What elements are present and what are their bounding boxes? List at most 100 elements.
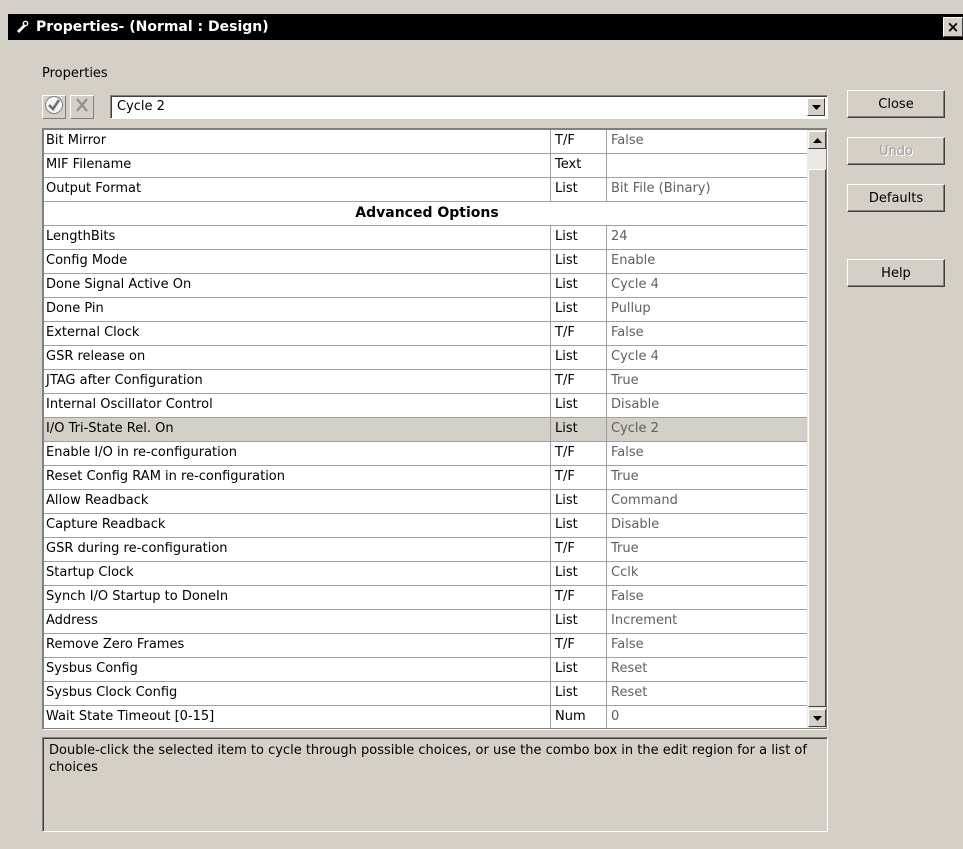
property-value: Cycle 4: [611, 277, 659, 292]
property-grid-rows: Bit Mirror T/F False MIF Filename Text Output…: [44, 130, 808, 728]
property-type: List: [551, 418, 607, 441]
property-row[interactable]: Reset Config RAM in re-configuration T/F T…: [44, 466, 808, 490]
property-row[interactable]: GSR release on List Cycle 4: [44, 346, 808, 370]
property-type: T/F: [551, 634, 607, 657]
property-name: Remove Zero Frames: [44, 634, 551, 657]
property-type: T/F: [551, 130, 607, 153]
properties-app-icon: [14, 19, 30, 35]
property-name: Startup Clock: [44, 562, 551, 585]
property-row[interactable]: Done Pin List Pullup: [44, 298, 808, 322]
properties-dialog: Properties- (Normal : Design) × Properti…: [0, 0, 963, 849]
section-header[interactable]: Advanced Options: [44, 202, 808, 226]
property-type: List: [551, 298, 607, 321]
property-type: Num: [551, 706, 607, 728]
property-name: JTAG after Configuration: [44, 370, 551, 393]
property-name: GSR during re-configuration: [44, 538, 551, 561]
property-value: True: [611, 373, 639, 388]
property-row-selected[interactable]: I/O Tri-State Rel. On List Cycle 2: [44, 418, 808, 442]
help-description: Double-click the selected item to cycle …: [42, 737, 828, 832]
scroll-thumb[interactable]: [808, 169, 826, 707]
property-value: Reset: [611, 661, 648, 676]
property-value: Bit File (Binary): [611, 181, 711, 196]
property-name: Done Pin: [44, 298, 551, 321]
property-row[interactable]: Sysbus Clock Config List Reset: [44, 682, 808, 706]
property-value: Increment: [611, 613, 678, 628]
close-icon: ×: [946, 18, 960, 36]
property-row[interactable]: External Clock T/F False: [44, 322, 808, 346]
property-row[interactable]: Sysbus Config List Reset: [44, 658, 808, 682]
title-bar[interactable]: Properties- (Normal : Design) ×: [8, 14, 963, 40]
property-type: List: [551, 610, 607, 633]
property-row[interactable]: Done Signal Active On List Cycle 4: [44, 274, 808, 298]
accept-button[interactable]: [42, 95, 66, 119]
property-row[interactable]: MIF Filename Text: [44, 154, 808, 178]
property-name: Reset Config RAM in re-configuration: [44, 466, 551, 489]
property-row[interactable]: GSR during re-configuration T/F True: [44, 538, 808, 562]
property-row[interactable]: Synch I/O Startup to DoneIn T/F False: [44, 586, 808, 610]
property-row[interactable]: Address List Increment: [44, 610, 808, 634]
property-row[interactable]: Bit Mirror T/F False: [44, 130, 808, 154]
window-close-button[interactable]: ×: [943, 17, 963, 37]
property-type: T/F: [551, 442, 607, 465]
property-type: List: [551, 250, 607, 273]
scroll-up-button[interactable]: [808, 131, 826, 149]
property-name: LengthBits: [44, 226, 551, 249]
property-row[interactable]: Enable I/O in re-configuration T/F False: [44, 442, 808, 466]
property-type: T/F: [551, 370, 607, 393]
property-row[interactable]: Config Mode List Enable: [44, 250, 808, 274]
property-value: Command: [611, 493, 678, 508]
property-name: MIF Filename: [44, 154, 551, 177]
property-row[interactable]: Output Format List Bit File (Binary): [44, 178, 808, 202]
property-type: List: [551, 274, 607, 297]
property-value: 24: [611, 229, 628, 244]
property-value: [607, 154, 808, 177]
property-name: I/O Tri-State Rel. On: [44, 418, 551, 441]
scroll-down-button[interactable]: [808, 709, 826, 727]
property-type: List: [551, 226, 607, 249]
value-combo-box[interactable]: Cycle 2: [110, 95, 828, 119]
combo-value: Cycle 2: [117, 99, 165, 114]
property-row[interactable]: Startup Clock List Cclk: [44, 562, 808, 586]
property-row[interactable]: Wait State Timeout [0-15] Num 0: [44, 706, 808, 728]
property-row[interactable]: LengthBits List 24: [44, 226, 808, 250]
arrow-up-icon: [812, 133, 822, 148]
property-type: Text: [551, 154, 607, 177]
property-value: Disable: [611, 397, 660, 412]
chevron-down-icon: [811, 100, 821, 115]
close-button[interactable]: Close: [847, 90, 945, 118]
property-type: List: [551, 514, 607, 537]
help-button[interactable]: Help: [847, 259, 945, 287]
property-name: Output Format: [44, 178, 551, 201]
undo-button[interactable]: Undo: [847, 137, 945, 165]
property-value: False: [611, 637, 644, 652]
property-row[interactable]: Remove Zero Frames T/F False: [44, 634, 808, 658]
property-type: T/F: [551, 538, 607, 561]
property-name: Enable I/O in re-configuration: [44, 442, 551, 465]
property-value: Cycle 2: [611, 421, 659, 436]
property-type: List: [551, 178, 607, 201]
property-name: Config Mode: [44, 250, 551, 273]
property-row[interactable]: Internal Oscillator Control List Disable: [44, 394, 808, 418]
property-row[interactable]: JTAG after Configuration T/F True: [44, 370, 808, 394]
combo-dropdown-button[interactable]: [807, 98, 825, 116]
property-value: Disable: [611, 517, 660, 532]
property-name: External Clock: [44, 322, 551, 345]
property-name: Internal Oscillator Control: [44, 394, 551, 417]
property-name: Bit Mirror: [44, 130, 551, 153]
cancel-edit-button[interactable]: [70, 95, 94, 119]
property-type: List: [551, 682, 607, 705]
edit-toolbar: Cycle 2: [42, 93, 828, 119]
property-type: List: [551, 346, 607, 369]
property-grid: Bit Mirror T/F False MIF Filename Text Output…: [42, 128, 828, 730]
property-row[interactable]: Allow Readback List Command: [44, 490, 808, 514]
property-name: Capture Readback: [44, 514, 551, 537]
vertical-scrollbar[interactable]: [807, 130, 826, 728]
property-value: False: [611, 133, 644, 148]
defaults-button[interactable]: Defaults: [847, 184, 945, 212]
property-value: True: [611, 541, 639, 556]
property-row[interactable]: Capture Readback List Disable: [44, 514, 808, 538]
property-value: Enable: [611, 253, 656, 268]
property-value: 0: [611, 709, 620, 724]
property-type: List: [551, 562, 607, 585]
property-name: Done Signal Active On: [44, 274, 551, 297]
